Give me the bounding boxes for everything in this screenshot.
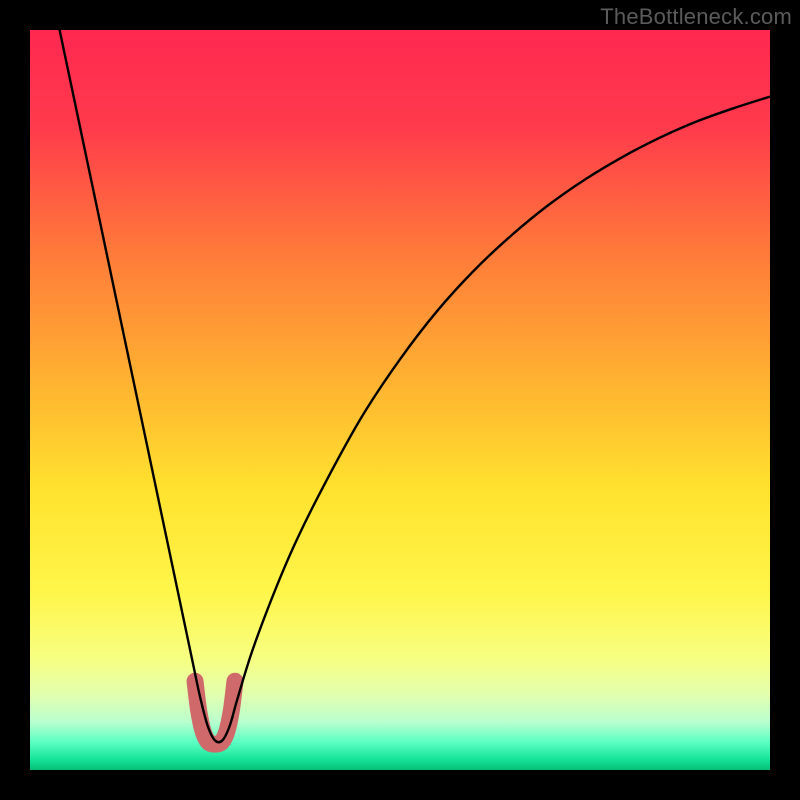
chart-frame [30,30,770,770]
bottleneck-curve [60,30,770,742]
chart-plot [30,30,770,770]
watermark-text: TheBottleneck.com [600,4,792,30]
valley-marker [195,681,235,744]
